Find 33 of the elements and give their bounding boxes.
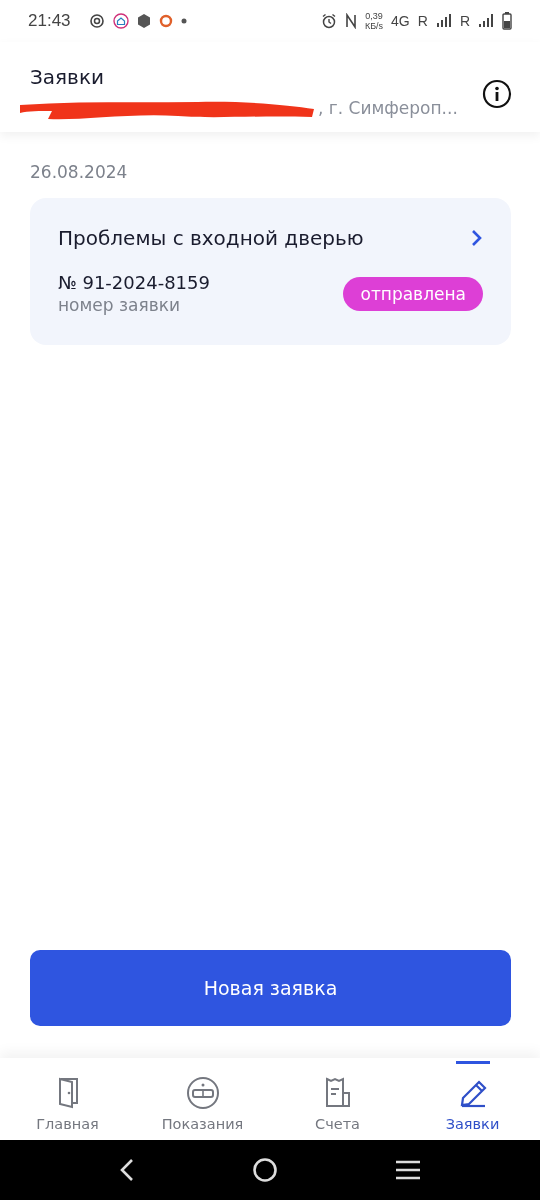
roaming-label: R — [417, 13, 428, 29]
back-icon[interactable] — [118, 1158, 135, 1182]
nav-tab[interactable]: Показания — [135, 1058, 270, 1140]
address-text: , г. Симфероп... — [318, 98, 458, 118]
new-request-button[interactable]: Новая заявка — [30, 950, 511, 1026]
nav-tab[interactable]: Счета — [270, 1058, 405, 1140]
chevron-right-icon — [471, 229, 483, 247]
clock: 21:43 — [28, 11, 71, 31]
meter-icon — [185, 1076, 220, 1110]
status-badge: отправлена — [343, 276, 483, 311]
hexagon-icon — [136, 13, 151, 29]
request-number: № 91-2024-8159 — [58, 272, 210, 293]
roaming-label: R — [459, 13, 470, 29]
speed-unit: КБ/s — [364, 21, 384, 31]
info-icon[interactable] — [482, 79, 512, 109]
dot-icon — [180, 18, 187, 24]
speed-value: 0,39 — [365, 11, 383, 21]
nfc-icon — [344, 13, 357, 29]
alarm-icon — [320, 13, 337, 29]
request-card[interactable]: Проблемы с входной дверью № 91-2024-8159 номер заявки отправлена — [30, 198, 511, 345]
date-label: 26.08.2024 — [30, 162, 129, 182]
signal-icon — [435, 14, 452, 28]
network-type: 4G — [391, 13, 410, 29]
page-title: Заявки — [30, 65, 105, 89]
home-icon[interactable] — [252, 1157, 278, 1183]
battery-icon — [502, 12, 512, 30]
request-title: Проблемы с входной дверью — [58, 226, 364, 250]
nav-tab[interactable]: Главная — [0, 1058, 135, 1140]
signal-icon — [478, 14, 494, 28]
request-number-label: номер заявки — [58, 295, 181, 315]
home-app-icon — [112, 13, 129, 29]
menu-icon[interactable] — [395, 1159, 422, 1181]
ring-icon — [158, 14, 173, 28]
